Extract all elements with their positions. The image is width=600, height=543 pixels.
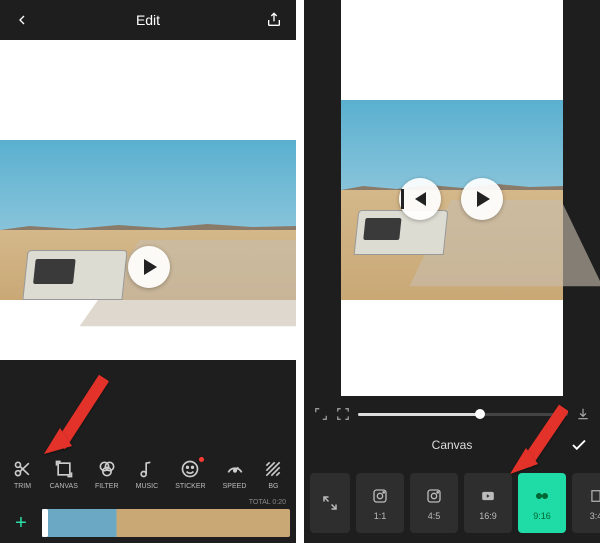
tool-label: FILTER — [95, 483, 119, 490]
tool-music[interactable]: MUSIC — [136, 459, 159, 490]
app-icon — [531, 485, 553, 507]
progress-slider[interactable] — [358, 413, 568, 416]
canvas-screen: Canvas 1:1 4:5 — [304, 0, 600, 543]
header: Edit — [0, 0, 296, 40]
tool-sticker[interactable]: STICKER — [175, 459, 205, 490]
timeline-track[interactable]: TOTAL 0:20 — [42, 509, 290, 537]
tool-canvas[interactable]: CANVAS — [50, 459, 78, 490]
tool-label: MUSIC — [136, 483, 159, 490]
tool-trim[interactable]: TRIM — [13, 459, 33, 490]
ratio-3-4[interactable]: 3:4 — [572, 473, 600, 533]
video-preview[interactable] — [341, 0, 563, 396]
ratio-label: 3:4 — [590, 511, 600, 521]
edit-screen: Edit TRIM CANVAS FILTER — [0, 0, 296, 543]
skip-back-icon — [415, 192, 426, 206]
ratio-9-16[interactable]: 9:16 — [518, 473, 566, 533]
back-button[interactable] — [12, 10, 32, 30]
instagram-icon — [423, 485, 445, 507]
fullscreen-button[interactable] — [336, 407, 350, 421]
section-header: Canvas — [304, 432, 600, 458]
slider-thumb[interactable] — [475, 409, 485, 419]
expand-icon — [319, 492, 341, 514]
timeline-total: TOTAL 0:20 — [249, 499, 286, 506]
section-title: Canvas — [432, 438, 473, 452]
confirm-button[interactable] — [570, 436, 588, 457]
youtube-icon — [477, 485, 499, 507]
ratio-free[interactable] — [310, 473, 350, 533]
play-icon — [477, 191, 490, 207]
fit-button[interactable] — [314, 407, 328, 421]
tool-label: BG — [268, 483, 278, 490]
share-button[interactable] — [264, 10, 284, 30]
trim-handle[interactable] — [42, 509, 48, 537]
previous-button[interactable] — [399, 178, 441, 220]
ratio-label: 1:1 — [374, 511, 387, 521]
aspect-ratio-list: 1:1 4:5 16:9 9:16 — [304, 463, 600, 543]
download-button[interactable] — [576, 407, 590, 421]
tool-label: TRIM — [14, 483, 31, 490]
ratio-16-9[interactable]: 16:9 — [464, 473, 512, 533]
ratio-4-5[interactable]: 4:5 — [410, 473, 458, 533]
play-button[interactable] — [128, 246, 170, 288]
ratio-label: 4:5 — [428, 511, 441, 521]
play-button[interactable] — [461, 178, 503, 220]
tool-label: STICKER — [175, 483, 205, 490]
tool-label: CANVAS — [50, 483, 78, 490]
instagram-icon — [369, 485, 391, 507]
scrub-bar — [304, 402, 600, 426]
tool-label: SPEED — [223, 483, 247, 490]
play-icon — [144, 259, 157, 275]
tool-speed[interactable]: SPEED — [223, 459, 247, 490]
tool-bg[interactable]: BG — [263, 459, 283, 490]
video-preview[interactable] — [0, 40, 296, 360]
add-clip-button[interactable]: + — [6, 508, 36, 538]
rect-icon — [585, 485, 600, 507]
badge-dot — [199, 457, 204, 462]
tool-filter[interactable]: FILTER — [95, 459, 119, 490]
page-title: Edit — [136, 12, 160, 28]
ratio-1-1[interactable]: 1:1 — [356, 473, 404, 533]
timeline: + TOTAL 0:20 — [0, 503, 296, 543]
ratio-label: 16:9 — [479, 511, 497, 521]
ratio-label: 9:16 — [533, 511, 551, 521]
toolbar: TRIM CANVAS FILTER MUSIC STICKER SPE — [0, 445, 296, 503]
